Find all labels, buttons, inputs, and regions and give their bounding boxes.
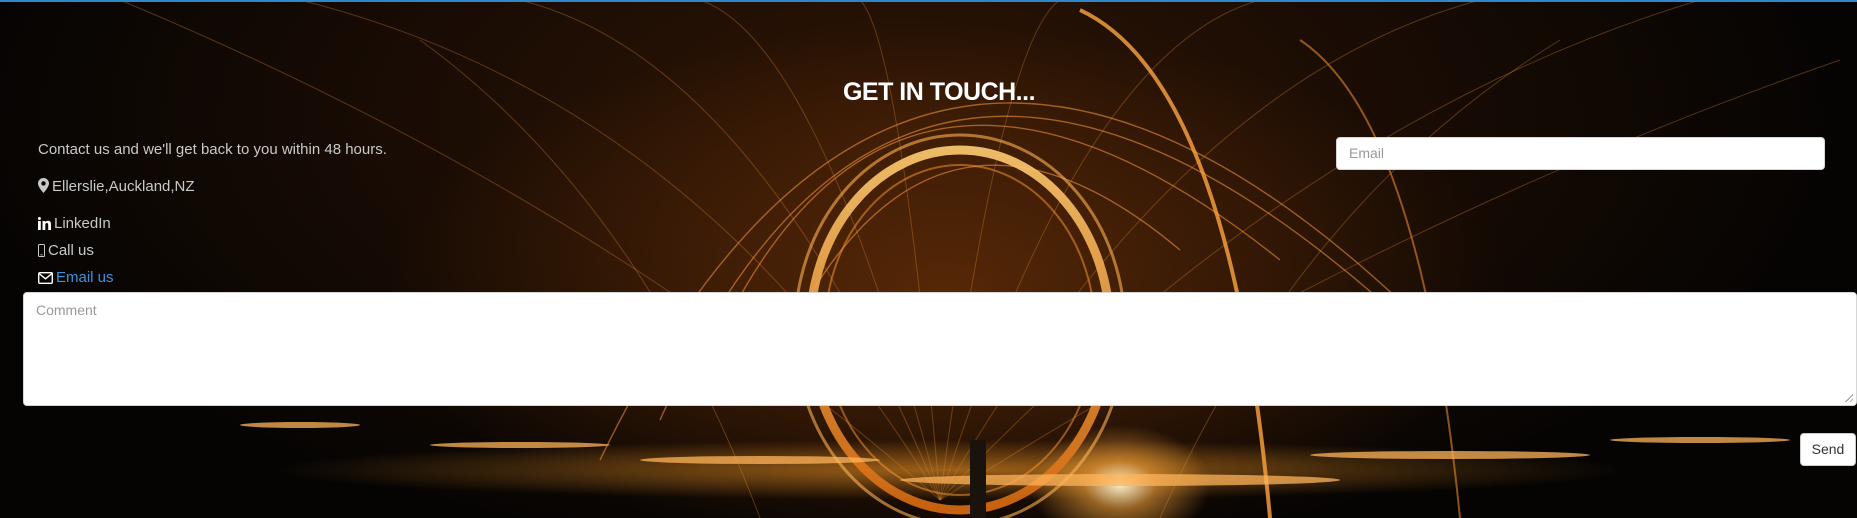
- resize-handle[interactable]: [1844, 393, 1853, 402]
- comment-placeholder: Comment: [36, 302, 97, 318]
- comment-textarea[interactable]: Comment: [23, 292, 1857, 406]
- call-row[interactable]: Call us: [38, 242, 94, 262]
- location-text: Ellerslie,Auckland,NZ: [52, 178, 195, 195]
- page-title: GET IN TOUCH...: [842, 78, 1036, 106]
- linkedin-icon[interactable]: [37, 217, 51, 235]
- email-link[interactable]: Email us: [56, 269, 114, 286]
- linkedin-row[interactable]: LinkedIn: [37, 215, 111, 235]
- call-link[interactable]: Call us: [48, 242, 94, 259]
- map-marker-icon: [38, 178, 49, 198]
- top-border: [0, 0, 1857, 2]
- phone-icon[interactable]: [38, 244, 45, 262]
- envelope-icon[interactable]: [37, 271, 54, 289]
- email-field[interactable]: Email: [1336, 137, 1825, 170]
- email-row[interactable]: Email us: [37, 269, 114, 289]
- contact-intro: Contact us and we'll get back to you wit…: [38, 141, 387, 158]
- linkedin-link[interactable]: LinkedIn: [54, 215, 111, 232]
- send-button[interactable]: Send: [1800, 433, 1856, 466]
- location-row: Ellerslie,Auckland,NZ: [38, 178, 195, 198]
